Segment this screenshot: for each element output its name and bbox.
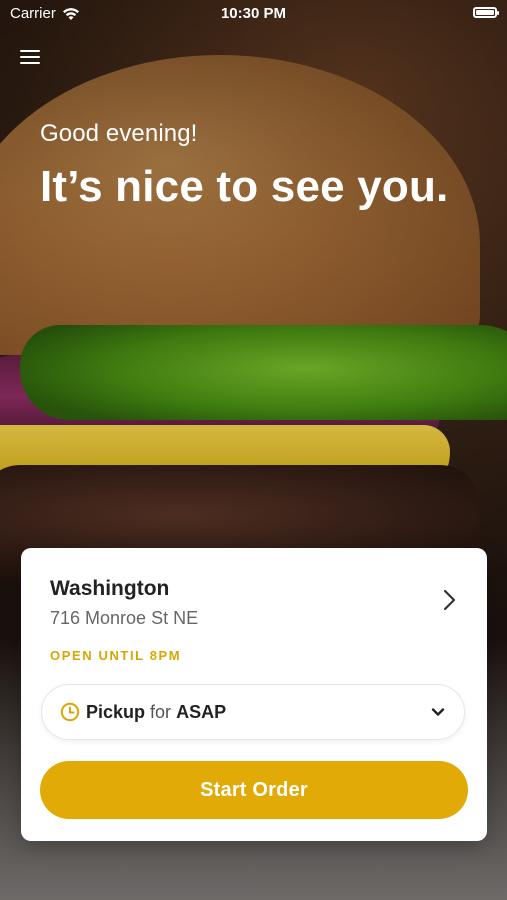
order-time: ASAP [176,701,227,722]
store-name[interactable]: Washington [50,577,169,601]
chevron-down-icon[interactable] [430,704,446,720]
greeting-text: Good evening! [40,120,198,147]
hamburger-menu-icon[interactable] [20,48,40,66]
location-card: Washington 716 Monroe St NE OPEN UNTIL 8… [21,548,487,841]
store-address[interactable]: 716 Monroe St NE [50,608,198,629]
store-hours-status: OPEN UNTIL 8PM [50,648,182,663]
clock-icon [60,702,80,722]
order-mode-selector[interactable]: Pickup for ASAP [41,684,465,740]
order-type: Pickup [86,701,146,722]
battery-icon [473,7,499,18]
status-time: 10:30 PM [220,5,287,22]
order-mode-label: Pickup for ASAP [86,702,226,723]
welcome-headline: It’s nice to see you. [40,162,449,211]
status-bar: Carrier 10:30 PM [0,0,507,28]
start-order-button[interactable]: Start Order [40,761,468,819]
order-connector: for [150,701,172,722]
chevron-right-icon[interactable] [439,588,459,612]
